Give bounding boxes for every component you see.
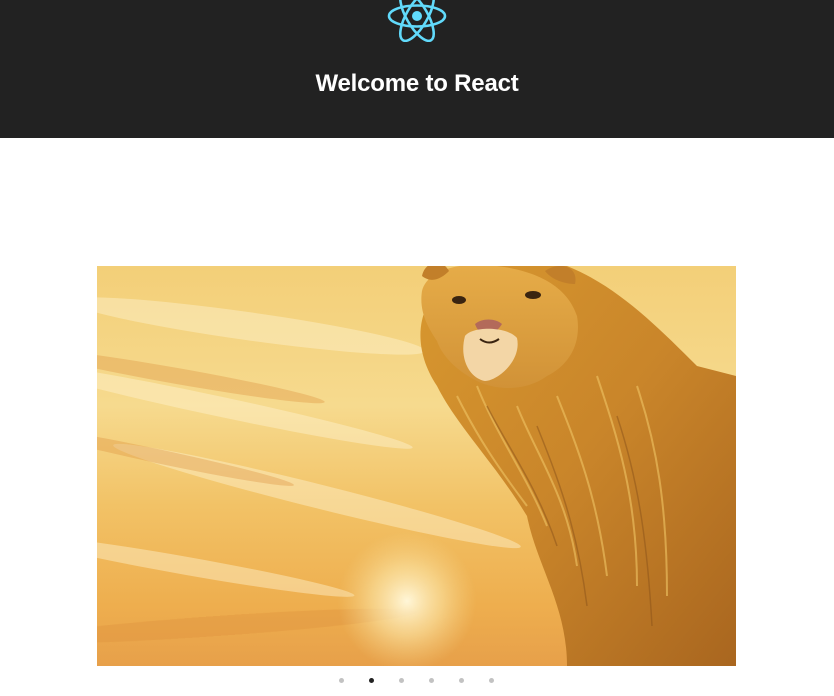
app-header: Welcome to React — [0, 0, 834, 138]
carousel-dot-2[interactable] — [369, 678, 374, 683]
carousel-dot-4[interactable] — [429, 678, 434, 683]
react-logo-icon — [387, 0, 447, 42]
carousel-dot-1[interactable] — [339, 678, 344, 683]
carousel-slide-image — [97, 266, 736, 666]
carousel-dot-5[interactable] — [459, 678, 464, 683]
carousel-dot-3[interactable] — [399, 678, 404, 683]
carousel-dot-6[interactable] — [489, 678, 494, 683]
image-carousel[interactable] — [97, 266, 736, 666]
carousel-dots — [0, 676, 834, 688]
page-title: Welcome to React — [315, 70, 519, 97]
